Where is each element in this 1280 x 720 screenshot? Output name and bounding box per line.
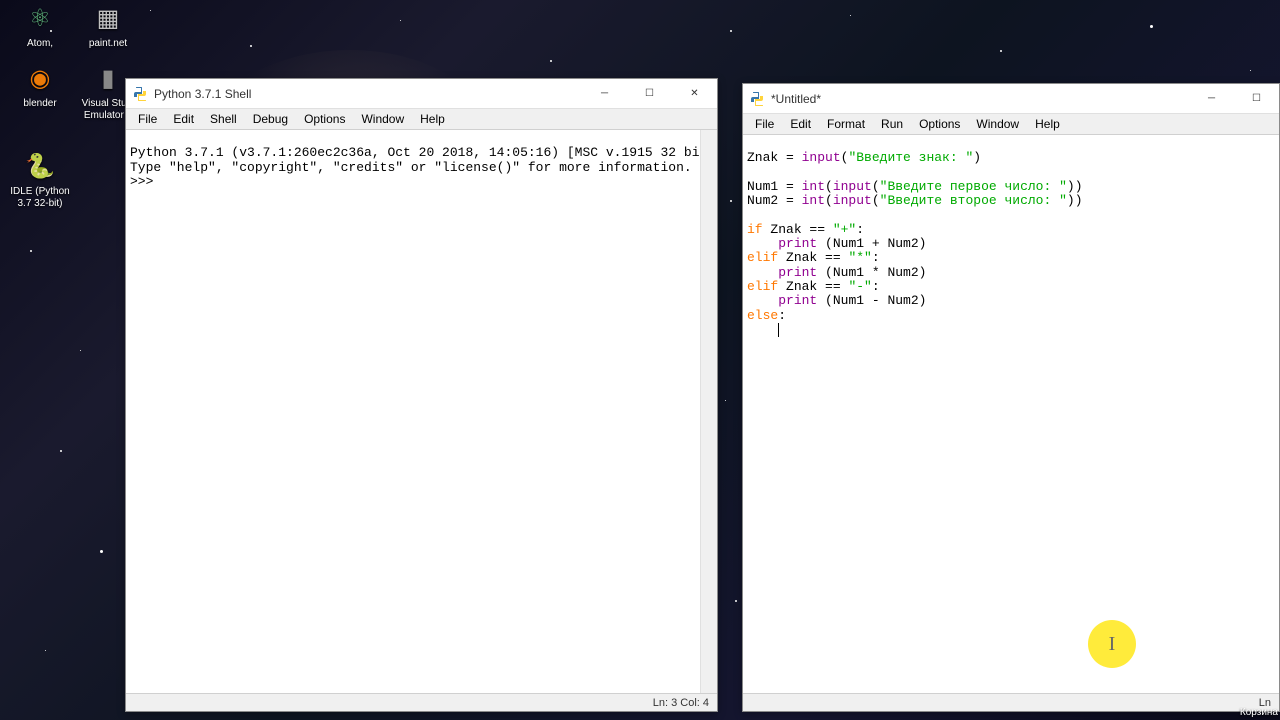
paintnet-icon: ▦ — [90, 0, 126, 36]
menu-window[interactable]: Window — [353, 110, 412, 128]
shell-prompt: >>> — [130, 174, 161, 189]
minimize-button[interactable]: ─ — [582, 79, 627, 108]
menu-file[interactable]: File — [747, 115, 782, 133]
icon-label: blender — [8, 98, 72, 110]
menu-shell[interactable]: Shell — [202, 110, 245, 128]
window-title: Python 3.7.1 Shell — [154, 87, 582, 101]
statusbar: Ln: 3 Col: 4 — [126, 693, 717, 711]
desktop-icon-atom[interactable]: ⚛ Atom, — [8, 0, 72, 50]
close-button[interactable]: ✕ — [672, 79, 717, 108]
blender-icon: ◉ — [22, 60, 58, 96]
menu-edit[interactable]: Edit — [165, 110, 202, 128]
shell-banner-line1: Python 3.7.1 (v3.7.1:260ec2c36a, Oct 20 … — [130, 145, 717, 160]
code-editor[interactable]: Znak = input("Введите знак: ") Num1 = in… — [743, 135, 1279, 693]
shell-output[interactable]: Python 3.7.1 (v3.7.1:260ec2c36a, Oct 20 … — [126, 130, 717, 693]
python-icon — [132, 86, 148, 102]
minimize-button[interactable]: ─ — [1189, 84, 1234, 113]
menu-options[interactable]: Options — [296, 110, 353, 128]
statusbar: Ln — [743, 693, 1279, 711]
idle-icon: 🐍 — [22, 148, 58, 184]
menubar: File Edit Format Run Options Window Help — [743, 114, 1279, 135]
icon-label: paint.net — [76, 38, 140, 50]
python-shell-window: Python 3.7.1 Shell ─ ☐ ✕ File Edit Shell… — [125, 78, 718, 712]
menu-edit[interactable]: Edit — [782, 115, 819, 133]
vsemulator-icon: ▮ — [90, 60, 126, 96]
desktop-icon-idle[interactable]: 🐍IDLE (Python 3.7 32-bit) — [8, 148, 72, 210]
menu-options[interactable]: Options — [911, 115, 968, 133]
cursor-position: Ln: 3 Col: 4 — [653, 697, 709, 709]
desktop-icon-blender[interactable]: ◉ blender — [8, 60, 72, 110]
menubar: File Edit Shell Debug Options Window Hel… — [126, 109, 717, 130]
text-caret — [778, 323, 779, 337]
icon-label: Atom, — [8, 38, 72, 50]
menu-file[interactable]: File — [130, 110, 165, 128]
atom-icon: ⚛ — [22, 0, 58, 36]
maximize-button[interactable]: ☐ — [627, 79, 672, 108]
menu-debug[interactable]: Debug — [245, 110, 296, 128]
recycle-bin-label: Корзина — [1240, 707, 1278, 718]
menu-format[interactable]: Format — [819, 115, 873, 133]
icon-label: IDLE (Python 3.7 32-bit) — [8, 186, 72, 210]
cursor-highlight: I — [1088, 620, 1136, 668]
menu-run[interactable]: Run — [873, 115, 911, 133]
menu-help[interactable]: Help — [412, 110, 453, 128]
editor-window: *Untitled* ─ ☐ File Edit Format Run Opti… — [742, 83, 1280, 712]
scrollbar[interactable] — [700, 130, 717, 693]
maximize-button[interactable]: ☐ — [1234, 84, 1279, 113]
menu-window[interactable]: Window — [968, 115, 1027, 133]
titlebar[interactable]: *Untitled* ─ ☐ — [743, 84, 1279, 114]
window-title: *Untitled* — [771, 92, 1189, 106]
python-icon — [749, 91, 765, 107]
menu-help[interactable]: Help — [1027, 115, 1068, 133]
titlebar[interactable]: Python 3.7.1 Shell ─ ☐ ✕ — [126, 79, 717, 109]
desktop-icon-paintnet[interactable]: ▦ paint.net — [76, 0, 140, 50]
shell-banner-line2: Type "help", "copyright", "credits" or "… — [130, 160, 692, 175]
